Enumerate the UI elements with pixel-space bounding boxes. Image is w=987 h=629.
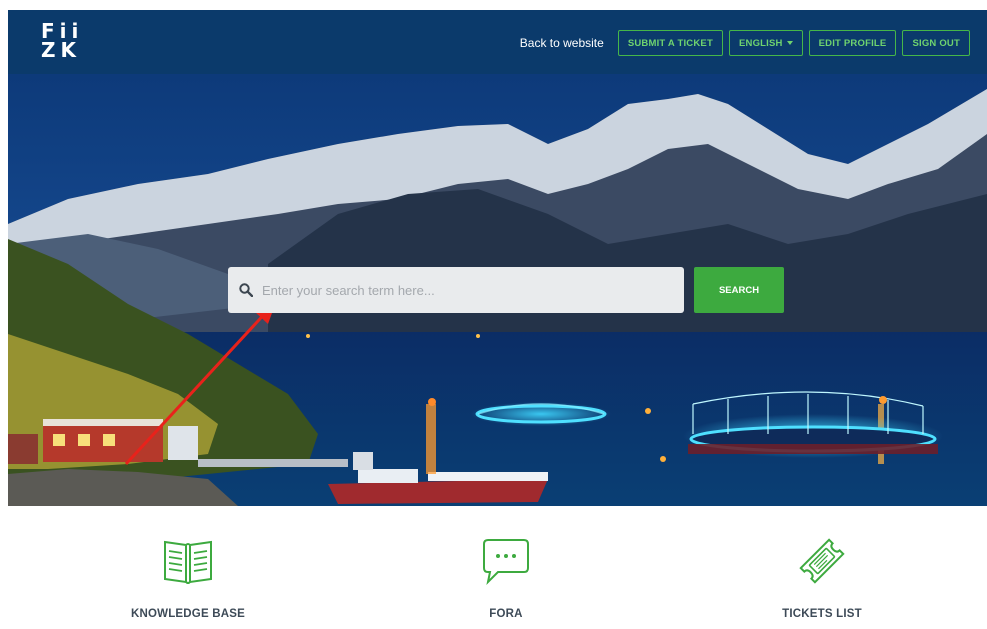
fora-label: FORA	[489, 608, 523, 620]
back-to-website-link[interactable]: Back to website	[520, 36, 604, 50]
search-input[interactable]	[262, 282, 662, 298]
language-label: ENGLISH	[738, 37, 783, 49]
knowledge-base-label: KNOWLEDGE BASE	[131, 608, 245, 620]
chat-bubble-icon	[483, 539, 529, 586]
search-bar	[228, 267, 684, 313]
sign-out-label: SIGN OUT	[912, 37, 960, 49]
logo-line-2: ZK	[41, 38, 81, 62]
ticket-icon	[799, 538, 845, 584]
search-button[interactable]: SEARCH	[694, 267, 784, 313]
feature-tiles: KNOWLEDGE BASE FORA TICKETS LIST	[0, 536, 987, 629]
edit-profile-button[interactable]: EDIT PROFILE	[808, 30, 897, 56]
top-nav: Back to website SUBMIT A TICKET ENGLISH …	[520, 30, 970, 56]
caret-down-icon	[786, 41, 793, 45]
sign-out-button[interactable]: SIGN OUT	[902, 30, 970, 56]
edit-profile-label: EDIT PROFILE	[818, 37, 887, 49]
site-header: Fii ZK Back to website SUBMIT A TICKET E…	[8, 10, 987, 74]
fora-tile[interactable]: FORA	[406, 536, 606, 620]
tickets-list-label: TICKETS LIST	[782, 608, 862, 620]
logo[interactable]: Fii ZK	[41, 21, 81, 64]
tickets-list-tile[interactable]: TICKETS LIST	[722, 536, 922, 620]
search-icon	[239, 283, 253, 297]
book-icon	[164, 540, 212, 584]
submit-ticket-label: SUBMIT A TICKET	[627, 37, 713, 49]
knowledge-base-tile[interactable]: KNOWLEDGE BASE	[88, 536, 288, 620]
submit-ticket-button[interactable]: SUBMIT A TICKET	[617, 30, 723, 56]
language-dropdown[interactable]: ENGLISH	[728, 30, 803, 56]
